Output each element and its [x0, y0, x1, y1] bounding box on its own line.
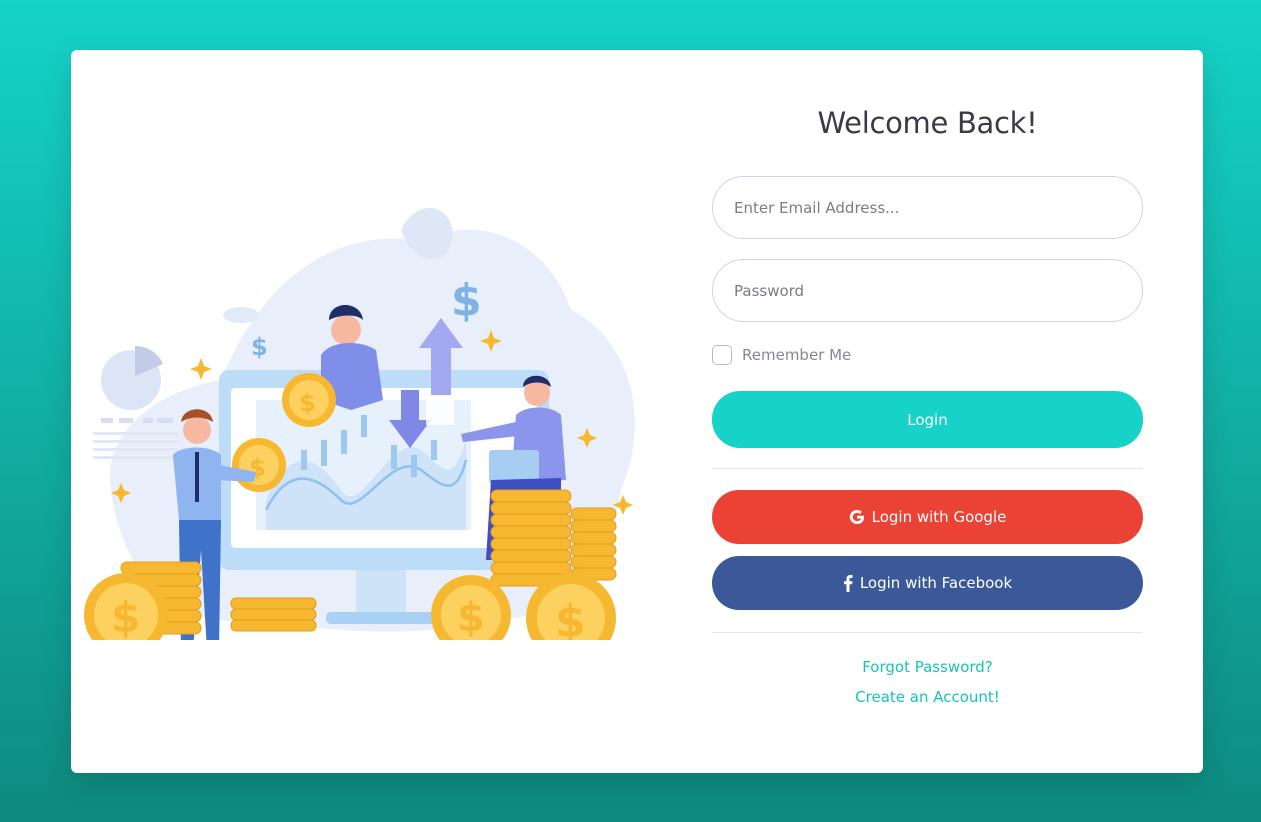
password-field[interactable]	[734, 281, 1142, 300]
page-title: Welcome Back!	[817, 106, 1038, 140]
email-field[interactable]	[734, 198, 1142, 217]
divider	[712, 632, 1143, 633]
login-card: $ $ $ $ $ $ $ Welcome Back! Enter Email …	[71, 50, 1203, 773]
google-icon	[849, 509, 865, 525]
login-facebook-button[interactable]: Login with Facebook	[712, 556, 1143, 610]
svg-text:$: $	[299, 389, 316, 417]
divider	[712, 468, 1143, 469]
svg-text:$: $	[555, 596, 586, 640]
email-field-wrapper[interactable]	[712, 176, 1143, 239]
remember-me-checkbox[interactable]	[712, 345, 732, 365]
forgot-password-link[interactable]: Forgot Password?	[712, 658, 1143, 676]
login-button[interactable]: Login	[712, 391, 1143, 448]
svg-text:$: $	[457, 595, 485, 640]
create-account-link[interactable]: Create an Account!	[712, 688, 1143, 706]
svg-text:$: $	[251, 333, 268, 361]
login-google-label: Login with Google	[871, 508, 1007, 526]
facebook-icon	[843, 574, 853, 592]
finance-team-illustration: $ $ $ $ $ $ $	[84, 207, 635, 640]
remember-me-label[interactable]: Remember Me	[742, 346, 851, 364]
login-button-label: Login	[907, 410, 948, 429]
remember-me[interactable]: Remember Me	[712, 345, 851, 365]
login-facebook-label: Login with Facebook	[859, 574, 1013, 592]
svg-text:$: $	[111, 593, 140, 640]
svg-text:$: $	[451, 275, 482, 326]
login-google-button[interactable]: Login with Google	[712, 490, 1143, 544]
password-field-wrapper[interactable]	[712, 259, 1143, 322]
